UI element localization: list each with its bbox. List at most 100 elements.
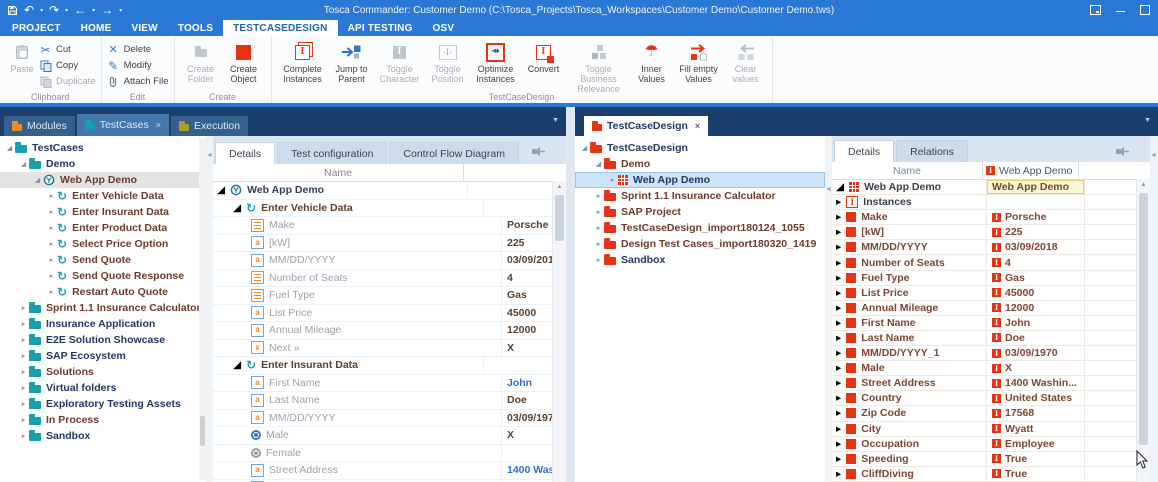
close-icon[interactable]: × xyxy=(695,121,700,131)
grid-row[interactable]: a[kW]225 xyxy=(213,235,553,253)
value-cell[interactable]: 45000 xyxy=(501,305,553,322)
value-cell[interactable] xyxy=(467,182,553,199)
tree-item[interactable]: ▸Sandbox xyxy=(575,252,825,268)
grid-row[interactable]: ▸Number of SeatsI4 xyxy=(832,255,1137,270)
expander-icon[interactable]: ▸ xyxy=(46,256,57,264)
grid-row[interactable]: ▸Fuel TypeIGas xyxy=(832,271,1137,286)
grid-row[interactable]: ▸MakeIPorsche xyxy=(832,210,1137,225)
jump-to-parent-button[interactable]: Jump to Parent xyxy=(329,39,375,85)
value-cell[interactable]: I03/09/2018 xyxy=(986,240,1084,254)
expander-icon[interactable]: ▸ xyxy=(836,362,841,374)
tree-item[interactable]: ▸↻Send Quote xyxy=(0,252,206,268)
dock-tab-modules[interactable]: Modules xyxy=(4,116,75,136)
value-cell[interactable] xyxy=(986,195,1084,209)
scrollbar-thumb[interactable] xyxy=(200,416,205,446)
panel-tab-details[interactable]: Details xyxy=(215,142,275,164)
tree-item[interactable]: ◢TestCaseDesign xyxy=(575,140,825,156)
grid-row[interactable]: aList Price45000 xyxy=(213,305,553,323)
scrollbar[interactable] xyxy=(199,138,206,480)
expander-icon[interactable]: ▸ xyxy=(18,384,29,392)
grid-row[interactable]: MakePorsche xyxy=(213,217,553,235)
toggle-position-button[interactable]: -I-Toggle Position xyxy=(425,39,471,85)
dock-tab-execution[interactable]: Execution xyxy=(171,116,248,136)
pin-icon[interactable] xyxy=(1115,144,1130,162)
grid-row[interactable]: ▸MM/DD/YYYY_1I03/09/1970 xyxy=(832,346,1137,361)
expander-icon[interactable]: ▸ xyxy=(836,423,841,435)
value-cell[interactable]: I17568 xyxy=(986,406,1084,420)
value-cell[interactable]: 4 xyxy=(501,270,553,287)
save-icon[interactable] xyxy=(7,5,18,16)
column-header-value[interactable]: IWeb App Demo xyxy=(982,162,1078,179)
grid-row[interactable]: aStreet Address1400 Washington S xyxy=(213,462,553,480)
ribbon-tab-tools[interactable]: TOOLS xyxy=(168,20,223,36)
value-cell[interactable]: I12000 xyxy=(986,301,1084,315)
dropdown-caret-icon[interactable]: ▾ xyxy=(119,7,122,14)
value-cell[interactable]: Gas xyxy=(501,287,553,304)
dock-menu-caret-icon[interactable]: ▼ xyxy=(552,117,559,124)
optimize-instances-button[interactable]: ↠Optimize Instances xyxy=(471,39,521,85)
grid-row[interactable]: ▸Zip CodeI17568 xyxy=(832,406,1137,421)
value-cell[interactable]: I03/09/1970 xyxy=(986,346,1084,360)
tree-item[interactable]: ▸Insurance Application xyxy=(0,316,206,332)
value-cell[interactable] xyxy=(483,357,553,374)
expander-icon[interactable]: ◢ xyxy=(32,176,43,184)
grid-row[interactable]: ▸Last NameIDoe xyxy=(832,331,1137,346)
expander-icon[interactable]: ▸ xyxy=(46,192,57,200)
expander-icon[interactable]: ▸ xyxy=(836,332,841,344)
ribbon-tab-home[interactable]: HOME xyxy=(71,20,122,36)
expander-icon[interactable]: ▸ xyxy=(593,192,604,200)
column-header-name[interactable]: Name xyxy=(832,162,982,179)
grid-row[interactable]: aFirst NameJohn xyxy=(213,375,553,393)
tree-item[interactable]: ▸Virtual folders xyxy=(0,380,206,396)
grid-row[interactable]: aMM/DD/YYYY03/09/2018 xyxy=(213,252,553,270)
dock-tab-testcases[interactable]: TestCases× xyxy=(77,114,169,136)
create-object-button[interactable]: Create Object xyxy=(222,39,266,85)
dropdown-caret-icon[interactable]: ▾ xyxy=(65,7,68,14)
expander-icon[interactable]: ◢ xyxy=(18,160,29,168)
scrollbar[interactable]: ▲ xyxy=(552,181,566,482)
expander-icon[interactable]: ▸ xyxy=(18,352,29,360)
expander-icon[interactable]: ▸ xyxy=(836,257,841,269)
grid-row[interactable]: ▸Annual MileageI12000 xyxy=(832,301,1137,316)
tree-item[interactable]: ▸↻Enter Vehicle Data xyxy=(0,188,206,204)
grid-row[interactable]: ▸First NameIJohn xyxy=(832,316,1137,331)
value-cell[interactable]: Doe xyxy=(501,392,553,409)
grid-row[interactable]: ◢Web App Demo xyxy=(213,182,553,200)
expander-icon[interactable]: ▸ xyxy=(18,320,29,328)
grid-row[interactable]: ▸CityIWyatt xyxy=(832,422,1137,437)
expander-icon[interactable]: ▸ xyxy=(836,226,841,238)
expander-icon[interactable]: ▸ xyxy=(836,302,841,314)
tree-item[interactable]: ▸↻Send Quote Response xyxy=(0,268,206,284)
convert-button[interactable]: IConvert xyxy=(521,39,567,75)
tree-item[interactable]: ▸↻Select Price Option xyxy=(0,236,206,252)
expander-icon[interactable]: ▸ xyxy=(18,304,29,312)
expander-icon[interactable]: ▸ xyxy=(18,336,29,344)
expander-icon[interactable]: ◢ xyxy=(593,160,604,168)
ribbon-tab-api-testing[interactable]: API TESTING xyxy=(338,20,423,36)
expander-icon[interactable]: ▸ xyxy=(836,377,841,389)
dropdown-caret-icon[interactable]: ▾ xyxy=(92,7,95,14)
grid-row[interactable]: aAnnual Mileage12000 xyxy=(213,322,553,340)
tree-item[interactable]: ▸E2E Solution Showcase xyxy=(0,332,206,348)
tree-item[interactable]: ◢Web App Demo xyxy=(0,172,206,188)
expander-icon[interactable]: ▸ xyxy=(836,347,841,359)
panel-tab-relations[interactable]: Relations xyxy=(896,140,968,162)
duplicate-button[interactable]: Duplicate xyxy=(39,74,96,89)
expander-icon[interactable]: ▸ xyxy=(593,240,604,248)
grid-row[interactable]: ▸Street AddressI1400 Washin... xyxy=(832,376,1137,391)
tree-item[interactable]: ◢TestCases xyxy=(0,140,206,156)
ribbon-tab-view[interactable]: VIEW xyxy=(121,20,167,36)
toggle-character-button[interactable]: IToggle Character xyxy=(375,39,425,85)
collapse-left-icon[interactable]: ◄ xyxy=(825,186,832,193)
expander-icon[interactable]: ▸ xyxy=(836,241,841,253)
grid-row[interactable]: aLast NameDoe xyxy=(213,392,553,410)
paste-button[interactable]: Paste xyxy=(5,39,39,75)
collapse-left-icon[interactable]: ◄ xyxy=(1150,152,1157,159)
value-cell[interactable]: IDoe xyxy=(986,331,1084,345)
ribbon-tab-testcasedesign[interactable]: TESTCASEDESIGN xyxy=(223,20,337,36)
grid-row[interactable]: aMM/DD/YYYY03/09/1970 xyxy=(213,410,553,428)
grid-row[interactable]: Fuel TypeGas xyxy=(213,287,553,305)
collapsed-panel-strip[interactable]: ◄ xyxy=(1150,136,1158,482)
value-cell[interactable]: IPorsche xyxy=(986,210,1084,224)
value-cell[interactable]: I45000 xyxy=(986,286,1084,300)
